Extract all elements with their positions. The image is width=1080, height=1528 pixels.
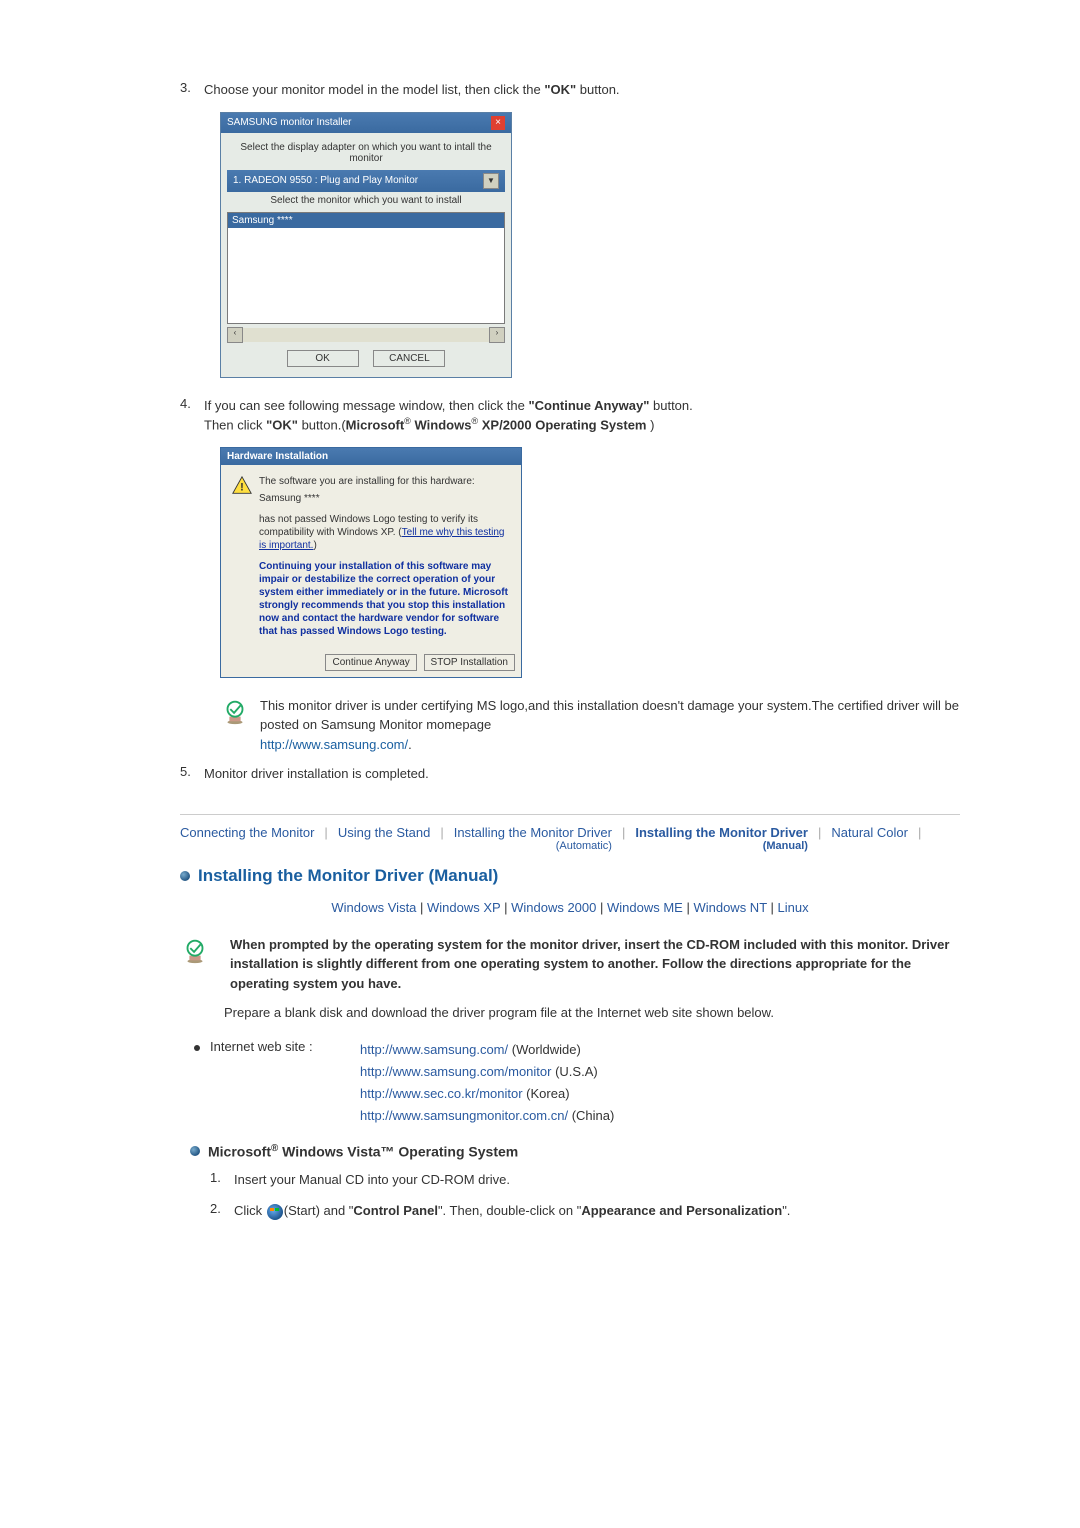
tab-using-stand[interactable]: Using the Stand bbox=[338, 825, 431, 840]
step-number: 2. bbox=[210, 1201, 234, 1221]
stop-installation-button[interactable]: STOP Installation bbox=[424, 654, 515, 671]
dialog-titlebar: Hardware Installation bbox=[221, 448, 521, 465]
os-link-xp[interactable]: Windows XP bbox=[427, 900, 500, 915]
os-link-linux[interactable]: Linux bbox=[778, 900, 809, 915]
tab-install-driver-manual[interactable]: Installing the Monitor Driver (Manual) bbox=[635, 825, 808, 854]
continue-anyway-button[interactable]: Continue Anyway bbox=[325, 654, 416, 671]
step-text: Insert your Manual CD into your CD-ROM d… bbox=[234, 1170, 960, 1190]
note-icon bbox=[180, 935, 220, 994]
selected-monitor[interactable]: Samsung **** bbox=[228, 213, 504, 228]
url-korea[interactable]: http://www.sec.co.kr/monitor bbox=[360, 1086, 523, 1101]
vista-step-2: 2. Click (Start) and "Control Panel". Th… bbox=[210, 1201, 960, 1221]
dialog-titlebar: SAMSUNG monitor Installer × bbox=[221, 113, 511, 133]
section-heading: Installing the Monitor Driver (Manual) bbox=[180, 866, 960, 886]
step-text: Choose your monitor model in the model l… bbox=[204, 80, 960, 100]
chevron-down-icon[interactable]: ▼ bbox=[483, 173, 499, 189]
cancel-button[interactable]: CANCEL bbox=[373, 350, 445, 367]
close-icon[interactable]: × bbox=[491, 116, 505, 130]
prompt-block: When prompted by the operating system fo… bbox=[180, 935, 960, 994]
step-3: 3. Choose your monitor model in the mode… bbox=[180, 80, 960, 100]
svg-text:!: ! bbox=[240, 481, 244, 493]
internet-label: Internet web site : bbox=[210, 1039, 360, 1127]
scroll-right-icon[interactable]: › bbox=[489, 327, 505, 343]
note-text: This monitor driver is under certifying … bbox=[260, 696, 960, 755]
sphere-bullet-icon bbox=[190, 1146, 200, 1156]
step-number: 4. bbox=[180, 396, 204, 435]
warning-icon: ! bbox=[231, 475, 259, 638]
hardware-installation-dialog: Hardware Installation ! The software you… bbox=[220, 447, 960, 678]
step-4: 4. If you can see following message wind… bbox=[180, 396, 960, 435]
hw-warning-text: Continuing your installation of this sof… bbox=[259, 560, 511, 638]
section-title: Installing the Monitor Driver (Manual) bbox=[198, 866, 498, 886]
horizontal-scrollbar[interactable]: ‹ › bbox=[227, 328, 505, 342]
url-china[interactable]: http://www.samsungmonitor.com.cn/ bbox=[360, 1108, 568, 1123]
section-tabs: Connecting the Monitor | Using the Stand… bbox=[180, 825, 960, 854]
monitor-list[interactable]: Samsung **** bbox=[227, 212, 505, 324]
internet-website-row: Internet web site : http://www.samsung.c… bbox=[180, 1039, 960, 1127]
certifying-note: This monitor driver is under certifying … bbox=[220, 696, 960, 755]
hw-compat-line: has not passed Windows Logo testing to v… bbox=[259, 513, 511, 552]
dialog-adapter-label: Select the display adapter on which you … bbox=[227, 142, 505, 164]
url-list: http://www.samsung.com/ (Worldwide) http… bbox=[360, 1039, 614, 1127]
vista-title: Microsoft® Windows Vista™ Operating Syst… bbox=[208, 1143, 518, 1160]
url-usa[interactable]: http://www.samsung.com/monitor bbox=[360, 1064, 551, 1079]
os-link-me[interactable]: Windows ME bbox=[607, 900, 683, 915]
step-number: 5. bbox=[180, 764, 204, 784]
prepare-text: Prepare a blank disk and download the dr… bbox=[224, 1003, 960, 1023]
sphere-bullet-icon bbox=[180, 871, 190, 881]
ok-button[interactable]: OK bbox=[287, 350, 359, 367]
step-text: If you can see following message window,… bbox=[204, 396, 960, 435]
tab-install-driver-auto[interactable]: Installing the Monitor Driver (Automatic… bbox=[454, 825, 612, 854]
dialog-monitor-label: Select the monitor which you want to ins… bbox=[227, 195, 505, 206]
note-icon bbox=[220, 696, 260, 755]
start-orb-icon bbox=[267, 1204, 283, 1220]
os-link-nt[interactable]: Windows NT bbox=[693, 900, 766, 915]
step-text: Monitor driver installation is completed… bbox=[204, 764, 960, 784]
step-number: 1. bbox=[210, 1170, 234, 1190]
tab-connecting-monitor[interactable]: Connecting the Monitor bbox=[180, 825, 314, 840]
os-link-vista[interactable]: Windows Vista bbox=[331, 900, 416, 915]
step-number: 3. bbox=[180, 80, 204, 100]
samsung-link[interactable]: http://www.samsung.com/ bbox=[260, 737, 408, 752]
tab-natural-color[interactable]: Natural Color bbox=[831, 825, 908, 840]
bullet-icon bbox=[194, 1045, 200, 1051]
url-worldwide[interactable]: http://www.samsung.com/ bbox=[360, 1042, 508, 1057]
adapter-dropdown[interactable]: 1. RADEON 9550 : Plug and Play Monitor ▼ bbox=[227, 170, 505, 192]
scroll-left-icon[interactable]: ‹ bbox=[227, 327, 243, 343]
step-5: 5. Monitor driver installation is comple… bbox=[180, 764, 960, 784]
os-link-2000[interactable]: Windows 2000 bbox=[511, 900, 596, 915]
os-links: Windows Vista | Windows XP | Windows 200… bbox=[180, 900, 960, 915]
hw-line2: Samsung **** bbox=[259, 492, 511, 505]
samsung-installer-dialog: SAMSUNG monitor Installer × Select the d… bbox=[220, 112, 960, 378]
divider bbox=[180, 814, 960, 815]
step-text: Click (Start) and "Control Panel". Then,… bbox=[234, 1201, 960, 1221]
dialog-title: SAMSUNG monitor Installer bbox=[227, 117, 351, 128]
vista-step-1: 1. Insert your Manual CD into your CD-RO… bbox=[210, 1170, 960, 1190]
hw-line1: The software you are installing for this… bbox=[259, 475, 511, 488]
vista-subheading: Microsoft® Windows Vista™ Operating Syst… bbox=[190, 1143, 960, 1160]
prompt-text: When prompted by the operating system fo… bbox=[230, 935, 960, 994]
